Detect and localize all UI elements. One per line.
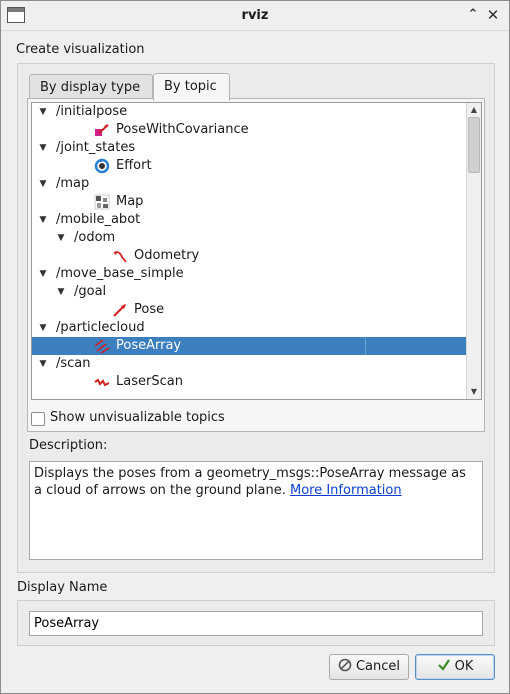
tree-item-label: Odometry bbox=[134, 248, 200, 263]
tree-item-label: /scan bbox=[56, 356, 91, 371]
tree-row-map[interactable]: Map bbox=[32, 193, 467, 211]
tree-row-particlecloud[interactable]: ▼ /particlecloud bbox=[32, 319, 467, 337]
effort-icon bbox=[94, 158, 110, 174]
scroll-up-icon[interactable]: ▲ bbox=[467, 103, 481, 117]
more-information-link[interactable]: More Information bbox=[290, 483, 402, 498]
ok-button[interactable]: OK bbox=[415, 654, 495, 680]
window-title: rviz bbox=[241, 8, 269, 23]
column-divider bbox=[365, 337, 366, 355]
description-label: Description: bbox=[29, 438, 108, 453]
tree-row-effort[interactable]: Effort bbox=[32, 157, 467, 175]
tree-row-goal[interactable]: ▼ /goal bbox=[32, 283, 467, 301]
tree-item-label: Map bbox=[116, 194, 144, 209]
tree-item-label: Pose bbox=[134, 302, 165, 317]
tree-row-posewithcovariance[interactable]: PoseWithCovariance bbox=[32, 121, 467, 139]
tab-by-display-type[interactable]: By display type bbox=[29, 74, 153, 101]
tree-row-map[interactable]: ▼ /map bbox=[32, 175, 467, 193]
checkmark-icon bbox=[437, 657, 451, 671]
tree-item-label: /odom bbox=[74, 230, 116, 245]
tree-item-label: /particlecloud bbox=[56, 320, 145, 335]
window-menu-chevron-icon[interactable]: ⌃ bbox=[465, 7, 481, 23]
odometry-icon bbox=[112, 248, 128, 264]
laser-scan-icon bbox=[94, 374, 110, 390]
cancel-icon bbox=[338, 657, 352, 672]
expand-arrow-icon[interactable]: ▼ bbox=[38, 355, 48, 373]
tree-item-label: /map bbox=[56, 176, 90, 191]
scroll-thumb[interactable] bbox=[468, 117, 480, 173]
expand-arrow-icon[interactable]: ▼ bbox=[38, 103, 48, 121]
show-unvisualizable-label[interactable]: Show unvisualizable topics bbox=[50, 410, 225, 425]
tree-row-pose[interactable]: Pose bbox=[32, 301, 467, 319]
tree-item-label: LaserScan bbox=[116, 374, 183, 389]
show-unvisualizable-checkbox[interactable] bbox=[31, 412, 45, 426]
tree-item-label: /goal bbox=[74, 284, 107, 299]
tree-item-label: /initialpose bbox=[56, 104, 128, 119]
title-bar[interactable]: rviz ⌃ ✕ bbox=[1, 1, 509, 31]
expand-arrow-icon[interactable]: ▼ bbox=[56, 229, 66, 247]
cancel-button[interactable]: Cancel bbox=[329, 654, 409, 680]
pose-array-icon bbox=[94, 338, 110, 354]
expand-arrow-icon[interactable]: ▼ bbox=[38, 211, 48, 229]
tree-row-odom[interactable]: ▼ /odom bbox=[32, 229, 467, 247]
display-name-heading: Display Name bbox=[17, 580, 108, 595]
expand-arrow-icon[interactable]: ▼ bbox=[38, 319, 48, 337]
tree-item-label: /move_base_simple bbox=[56, 266, 184, 281]
description-box: Displays the poses from a geometry_msgs:… bbox=[29, 461, 483, 560]
tree-row-mobile-abot[interactable]: ▼ /mobile_abot bbox=[32, 211, 467, 229]
tree-item-label: PoseArray bbox=[116, 338, 182, 353]
tree-row-initialpose[interactable]: ▼ /initialpose bbox=[32, 103, 467, 121]
tree-item-label: /joint_states bbox=[56, 140, 136, 155]
dialog-window: rviz ⌃ ✕ Create visualization By display… bbox=[0, 0, 510, 694]
tree-item-label: /mobile_abot bbox=[56, 212, 141, 227]
tree-row-joint-states[interactable]: ▼ /joint_states bbox=[32, 139, 467, 157]
expand-arrow-icon[interactable]: ▼ bbox=[38, 139, 48, 157]
expand-arrow-icon[interactable]: ▼ bbox=[38, 265, 48, 283]
expand-arrow-icon[interactable]: ▼ bbox=[56, 283, 66, 301]
tree-item-label: Effort bbox=[116, 158, 152, 173]
tree-row-laserscan[interactable]: LaserScan bbox=[32, 373, 467, 391]
map-icon bbox=[94, 194, 110, 210]
expand-arrow-icon[interactable]: ▼ bbox=[38, 175, 48, 193]
cancel-label: Cancel bbox=[355, 659, 401, 674]
pose-icon bbox=[112, 302, 128, 318]
tree-item-label: PoseWithCovariance bbox=[116, 122, 249, 137]
ok-label: OK bbox=[454, 659, 474, 674]
tree-row-posearray[interactable]: PoseArray bbox=[32, 337, 467, 355]
pose-with-covariance-icon bbox=[94, 122, 110, 138]
scroll-down-icon[interactable]: ▼ bbox=[467, 385, 481, 399]
display-name-input[interactable] bbox=[29, 611, 483, 636]
tree-scrollbar[interactable]: ▲ ▼ bbox=[466, 103, 481, 399]
tree-row-move-base-simple[interactable]: ▼ /move_base_simple bbox=[32, 265, 467, 283]
tree-row-odometry[interactable]: Odometry bbox=[32, 247, 467, 265]
create-visualization-heading: Create visualization bbox=[16, 42, 145, 57]
tree-row-scan[interactable]: ▼ /scan bbox=[32, 355, 467, 373]
topic-tree[interactable]: LaserScan ▼ /scan PoseArray ▼ /particlecloud P… bbox=[31, 102, 482, 400]
close-icon[interactable]: ✕ bbox=[485, 7, 501, 23]
tab-by-topic[interactable]: By topic bbox=[153, 73, 230, 101]
